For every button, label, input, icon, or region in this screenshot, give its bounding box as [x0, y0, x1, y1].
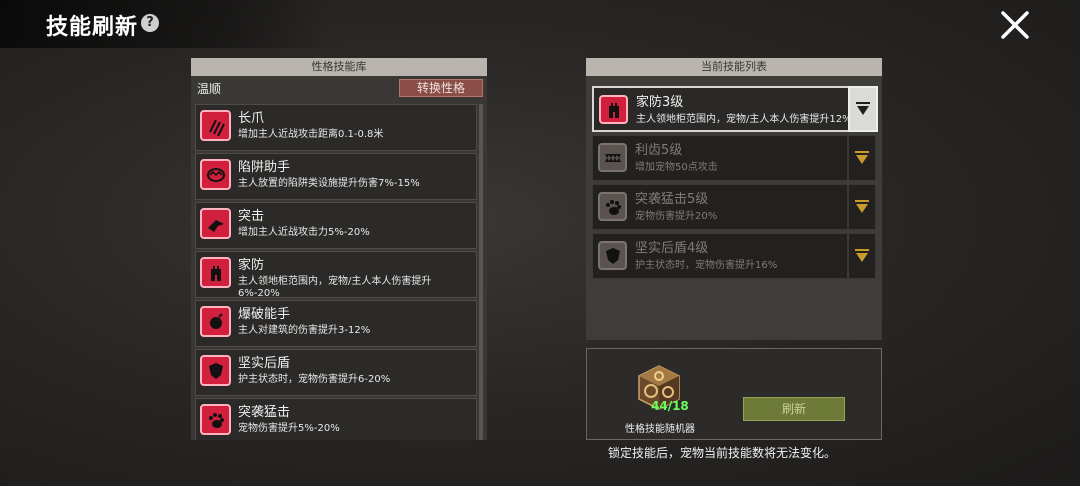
tower-icon	[599, 95, 628, 124]
teeth-icon	[598, 143, 627, 172]
skill-description: 主人领地柜范围内，宠物/主人本人伤害提升12%	[636, 114, 852, 125]
temperament-label: 温顺	[197, 82, 222, 96]
current-skill-item[interactable]: 坚实后盾4级护主状态时，宠物伤害提升16%	[592, 233, 848, 279]
lock-arrow-icon	[855, 151, 869, 164]
skill-library-item[interactable]: 坚实后盾护主状态时，宠物伤害提升6-20%	[195, 349, 477, 396]
current-skill-item[interactable]: 利齿5级增加宠物50点攻击	[592, 135, 848, 181]
current-skills-header: 当前技能列表	[586, 58, 882, 76]
shield-icon	[200, 355, 231, 386]
lock-arrow-icon	[855, 200, 869, 213]
bomb-icon-glyph	[209, 312, 223, 329]
page-title: 技能刷新	[46, 15, 139, 40]
skill-description: 主人放置的陷阱类设施提升伤害7%-15%	[238, 178, 420, 189]
skill-description: 宠物伤害提升5%-20%	[238, 423, 340, 434]
lock-arrow-icon	[855, 249, 869, 262]
tower-icon-glyph	[210, 265, 221, 281]
lock-skill-button[interactable]	[848, 233, 876, 279]
skill-description: 护主状态时，宠物伤害提升16%	[635, 260, 778, 271]
scrollbar[interactable]	[479, 104, 483, 440]
assault-icon	[200, 208, 231, 239]
trap-icon	[200, 159, 231, 190]
lock-skill-button[interactable]	[848, 184, 876, 230]
randomizer-count: 44/18	[651, 399, 689, 413]
current-skills-panel: 当前技能列表 家防3级 主人领地柜范围内，宠物/主人本人伤害提升12% 利齿5级 增加…	[586, 58, 882, 340]
skill-description: 增加宠物50点攻击	[635, 162, 718, 173]
paw-icon-glyph	[605, 199, 621, 215]
help-icon[interactable]: ?	[141, 14, 159, 32]
skill-library-item[interactable]: 突袭猛击宠物伤害提升5%-20%	[195, 398, 477, 440]
skill-description: 主人领地柜范围内，宠物/主人本人伤害提升6%-20%	[238, 276, 432, 299]
current-skill-item[interactable]: 家防3级主人领地柜范围内，宠物/主人本人伤害提升12%	[592, 86, 852, 132]
skill-name: 家防3级	[636, 95, 684, 110]
skill-library-item[interactable]: 突击增加主人近战攻击力5%-20%	[195, 202, 477, 249]
randomizer-label: 性格技能随机器	[625, 424, 695, 435]
lock-skill-button[interactable]	[848, 135, 876, 181]
skill-description: 主人对建筑的伤害提升3-12%	[238, 325, 371, 336]
skill-name: 坚实后盾	[238, 356, 291, 371]
close-icon[interactable]	[996, 6, 1034, 44]
skill-name: 长爪	[238, 111, 265, 126]
claw-icon	[200, 110, 231, 141]
skill-name: 陷阱助手	[238, 160, 291, 175]
skill-library-item[interactable]: 陷阱助手主人放置的陷阱类设施提升伤害7%-15%	[195, 153, 477, 200]
lock-skill-button[interactable]	[848, 86, 878, 132]
skill-description: 宠物伤害提升20%	[635, 211, 718, 222]
skill-name: 突袭猛击5级	[635, 192, 709, 207]
assault-icon-glyph	[207, 219, 224, 232]
lock-arrow-icon	[856, 102, 870, 115]
skill-library-header: 性格技能库	[191, 58, 487, 76]
paw-icon	[200, 404, 231, 435]
randomizer-box: 44/18 性格技能随机器 刷新	[586, 348, 882, 440]
refresh-button[interactable]: 刷新	[743, 397, 845, 421]
paw-icon	[598, 192, 627, 221]
skill-library-item[interactable]: 长爪增加主人近战攻击距离0.1-0.8米	[195, 104, 477, 151]
claw-icon-glyph	[208, 119, 225, 136]
tower-icon-glyph	[608, 102, 619, 118]
teeth-icon-glyph	[604, 153, 621, 162]
skill-name: 突击	[238, 209, 265, 224]
skill-library-item[interactable]: 爆破能手主人对建筑的伤害提升3-12%	[195, 300, 477, 347]
skill-name: 爆破能手	[238, 307, 291, 322]
skill-name: 家防	[238, 258, 265, 273]
current-skill-item[interactable]: 突袭猛击5级宠物伤害提升20%	[592, 184, 848, 230]
skill-library-panel: 性格技能库 温顺 转换性格 长爪增加主人近战攻击距离0.1-0.8米陷阱助手主人…	[191, 58, 487, 440]
paw-icon-glyph	[208, 412, 224, 428]
shield-icon-glyph	[208, 362, 223, 379]
skill-name: 坚实后盾4级	[635, 241, 709, 256]
shield-icon-glyph	[605, 247, 620, 264]
skill-name: 利齿5级	[635, 143, 683, 158]
switch-temperament-button[interactable]: 转换性格	[399, 79, 483, 97]
tower-icon	[200, 257, 231, 288]
shield-icon	[598, 241, 627, 270]
trap-icon-glyph	[206, 167, 225, 182]
skill-library-list[interactable]: 长爪增加主人近战攻击距离0.1-0.8米陷阱助手主人放置的陷阱类设施提升伤害7%…	[195, 104, 477, 440]
skill-description: 增加主人近战攻击力5%-20%	[238, 227, 370, 238]
bomb-icon	[200, 306, 231, 337]
skill-description: 护主状态时，宠物伤害提升6-20%	[238, 374, 391, 385]
lock-footnote: 锁定技能后，宠物当前技能数将无法变化。	[608, 446, 837, 460]
skill-name: 突袭猛击	[238, 405, 291, 420]
skill-library-item[interactable]: 家防主人领地柜范围内，宠物/主人本人伤害提升6%-20%	[195, 251, 477, 299]
skill-description: 增加主人近战攻击距离0.1-0.8米	[238, 129, 384, 140]
